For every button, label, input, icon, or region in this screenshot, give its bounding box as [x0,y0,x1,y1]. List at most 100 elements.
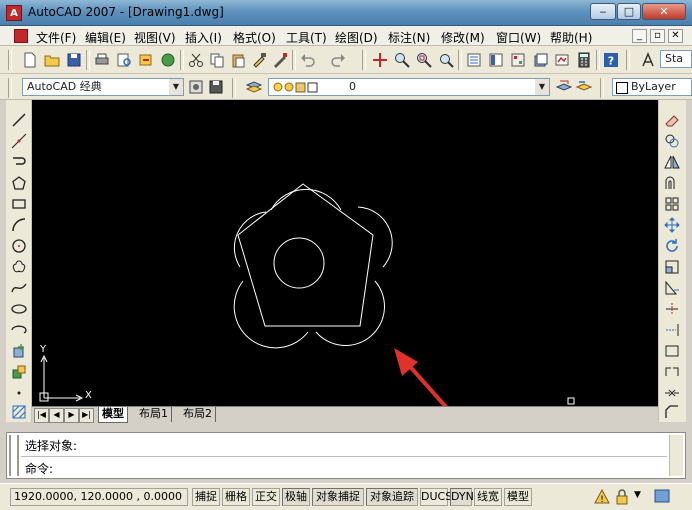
next-tab-icon[interactable]: ▶ [64,408,79,423]
break-at-point-icon[interactable] [664,343,680,359]
menu-view[interactable]: 视图(V) [134,29,176,46]
rotate-icon[interactable] [664,238,680,254]
menu-tools[interactable]: 工具(T) [286,29,327,46]
layer-manager-icon[interactable] [246,79,262,95]
make-block-icon[interactable] [11,364,27,380]
properties-icon[interactable] [466,52,482,68]
spline-icon[interactable] [11,280,27,296]
new-file-icon[interactable] [22,52,38,68]
markup-set-icon[interactable] [554,52,570,68]
menu-format[interactable]: 格式(O) [233,29,276,46]
match-properties-icon[interactable] [251,52,267,68]
coordinate-readout[interactable]: 1920.0000, 120.0000 , 0.0000 [10,488,188,506]
menu-modify[interactable]: 修改(M) [441,29,485,46]
osnap-toggle[interactable]: 对象捕捉 [312,488,364,506]
copy-object-icon[interactable] [664,133,680,149]
erase-icon[interactable] [664,112,680,128]
doc-minimize-button[interactable]: _ [632,29,647,43]
save-icon[interactable] [66,52,82,68]
otrack-toggle[interactable]: 对象追踪 [366,488,418,506]
point-icon[interactable] [11,385,27,401]
construction-line-icon[interactable] [11,133,27,149]
menu-dimension[interactable]: 标注(N) [388,29,430,46]
menu-file[interactable]: 文件(F) [36,29,76,46]
model-space-toggle[interactable]: 模型 [504,488,532,506]
3d-dwf-icon[interactable] [160,52,176,68]
tab-layout1[interactable]: 布局1 [136,407,172,422]
design-center-icon[interactable] [488,52,504,68]
offset-icon[interactable] [664,175,680,191]
cut-icon[interactable] [188,52,204,68]
print-icon[interactable] [94,52,110,68]
circle-icon[interactable] [11,238,27,254]
ellipse-icon[interactable] [11,301,27,317]
polyline-icon[interactable] [11,154,27,170]
join-icon[interactable] [664,385,680,401]
polygon-icon[interactable] [11,175,27,191]
make-object-layer-current-icon[interactable] [556,79,572,95]
polar-toggle[interactable]: 极轴 [282,488,310,506]
save-workspace-icon[interactable] [208,79,224,95]
menu-help[interactable]: 帮助(H) [550,29,592,46]
rectangle-icon[interactable] [11,196,27,212]
layer-combo[interactable]: 0 ▼ [268,78,550,96]
arc-icon[interactable] [11,217,27,233]
chevron-down-icon[interactable]: ▼ [169,79,183,95]
zoom-realtime-icon[interactable] [394,52,410,68]
doc-close-button[interactable]: ✕ [668,29,683,43]
undo-icon[interactable] [300,52,316,68]
drawing-canvas[interactable]: Y X [32,100,658,406]
array-icon[interactable] [664,196,680,212]
menu-edit[interactable]: 编辑(E) [85,29,126,46]
lock-icon[interactable] [614,489,630,505]
move-icon[interactable] [664,217,680,233]
paste-icon[interactable] [230,52,246,68]
layer-previous-icon[interactable] [576,79,592,95]
sheet-set-icon[interactable] [532,52,548,68]
hatch-icon[interactable] [11,404,27,420]
clean-screen-icon[interactable] [654,488,670,504]
line-icon[interactable] [11,112,27,128]
copy-icon[interactable] [209,52,225,68]
communication-center-icon[interactable]: ! [594,489,610,505]
extend-icon[interactable] [664,322,680,338]
document-icon[interactable] [14,29,28,43]
text-style-icon[interactable] [640,52,656,68]
trim-icon[interactable] [664,301,680,317]
command-window-grip[interactable] [9,435,19,476]
workspace-combo[interactable]: AutoCAD 经典 ▼ [22,78,184,96]
mirror-icon[interactable] [664,154,680,170]
snap-toggle[interactable]: 捕捉 [192,488,220,506]
tab-layout2[interactable]: 布局2 [180,407,216,422]
menu-window[interactable]: 窗口(W) [496,29,541,46]
ellipse-arc-icon[interactable] [11,322,27,338]
zoom-window-icon[interactable] [416,52,432,68]
ducs-toggle[interactable]: DUCS [420,488,452,506]
help-icon[interactable]: ? [603,52,619,68]
break-icon[interactable] [664,364,680,380]
tool-palettes-icon[interactable] [510,52,526,68]
text-style-combo[interactable]: Sta [660,50,692,68]
workspace-settings-icon[interactable] [188,79,204,95]
command-prompt[interactable]: 命令: [25,460,53,477]
stretch-icon[interactable] [664,280,680,296]
first-tab-icon[interactable]: |◀ [34,408,49,423]
grid-toggle[interactable]: 栅格 [222,488,250,506]
calculator-icon[interactable] [576,52,592,68]
zoom-previous-icon[interactable] [438,52,454,68]
maximize-button[interactable]: □ [617,3,641,20]
dyn-toggle[interactable]: DYN [450,488,474,506]
last-tab-icon[interactable]: ▶| [79,408,94,423]
menu-draw[interactable]: 绘图(D) [335,29,378,46]
menu-insert[interactable]: 插入(I) [185,29,222,46]
doc-restore-button[interactable]: ▫ [650,29,665,43]
close-button[interactable]: ✕ [642,3,686,20]
command-scrollbar[interactable] [669,435,683,476]
plot-preview-icon[interactable] [116,52,132,68]
tab-model[interactable]: 模型 [98,407,128,423]
lineweight-toggle[interactable]: 线宽 [474,488,502,506]
open-folder-icon[interactable] [44,52,60,68]
insert-block-icon[interactable] [11,343,27,359]
autocad-app-icon[interactable]: A [6,5,22,21]
publish-icon[interactable] [138,52,154,68]
